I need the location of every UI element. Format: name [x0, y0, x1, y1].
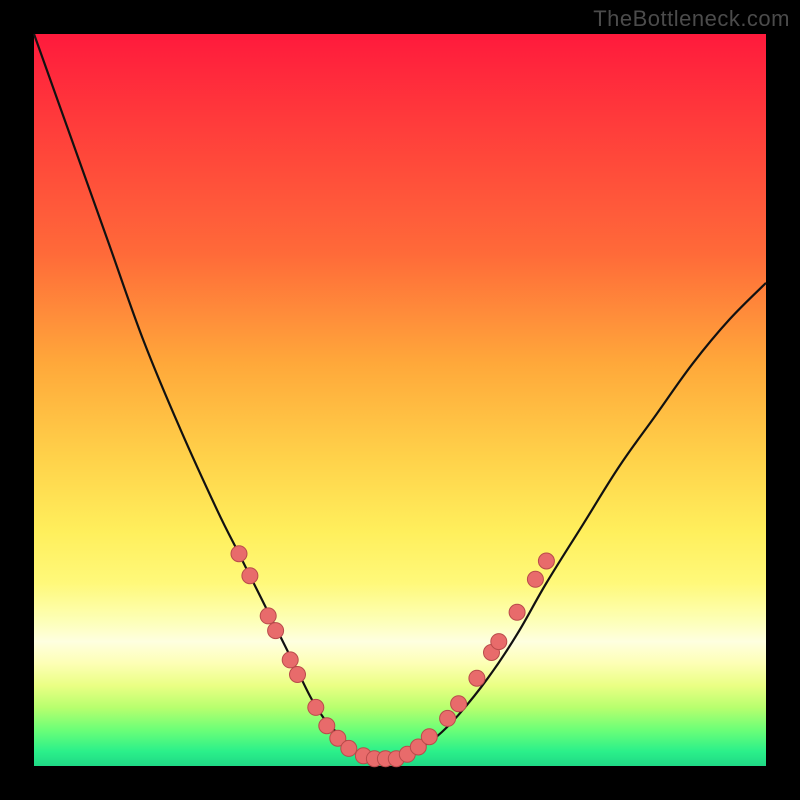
- curve-marker: [341, 740, 357, 756]
- curve-marker: [260, 608, 276, 624]
- curve-marker: [290, 667, 306, 683]
- curve-marker: [282, 652, 298, 668]
- plot-area: [34, 34, 766, 766]
- curve-marker: [538, 553, 554, 569]
- curve-marker: [469, 670, 485, 686]
- curve-marker: [451, 696, 467, 712]
- curve-marker: [509, 604, 525, 620]
- curve-marker: [527, 571, 543, 587]
- curve-marker: [440, 710, 456, 726]
- curve-marker: [319, 718, 335, 734]
- chart-frame: TheBottleneck.com: [0, 0, 800, 800]
- curve-marker: [491, 634, 507, 650]
- curve-marker: [308, 699, 324, 715]
- marker-group: [231, 546, 554, 767]
- curve-marker: [268, 623, 284, 639]
- watermark-text: TheBottleneck.com: [593, 6, 790, 32]
- curve-marker: [242, 568, 258, 584]
- curve-marker: [231, 546, 247, 562]
- bottleneck-curve: [34, 34, 766, 759]
- curve-marker: [421, 729, 437, 745]
- chart-svg: [34, 34, 766, 766]
